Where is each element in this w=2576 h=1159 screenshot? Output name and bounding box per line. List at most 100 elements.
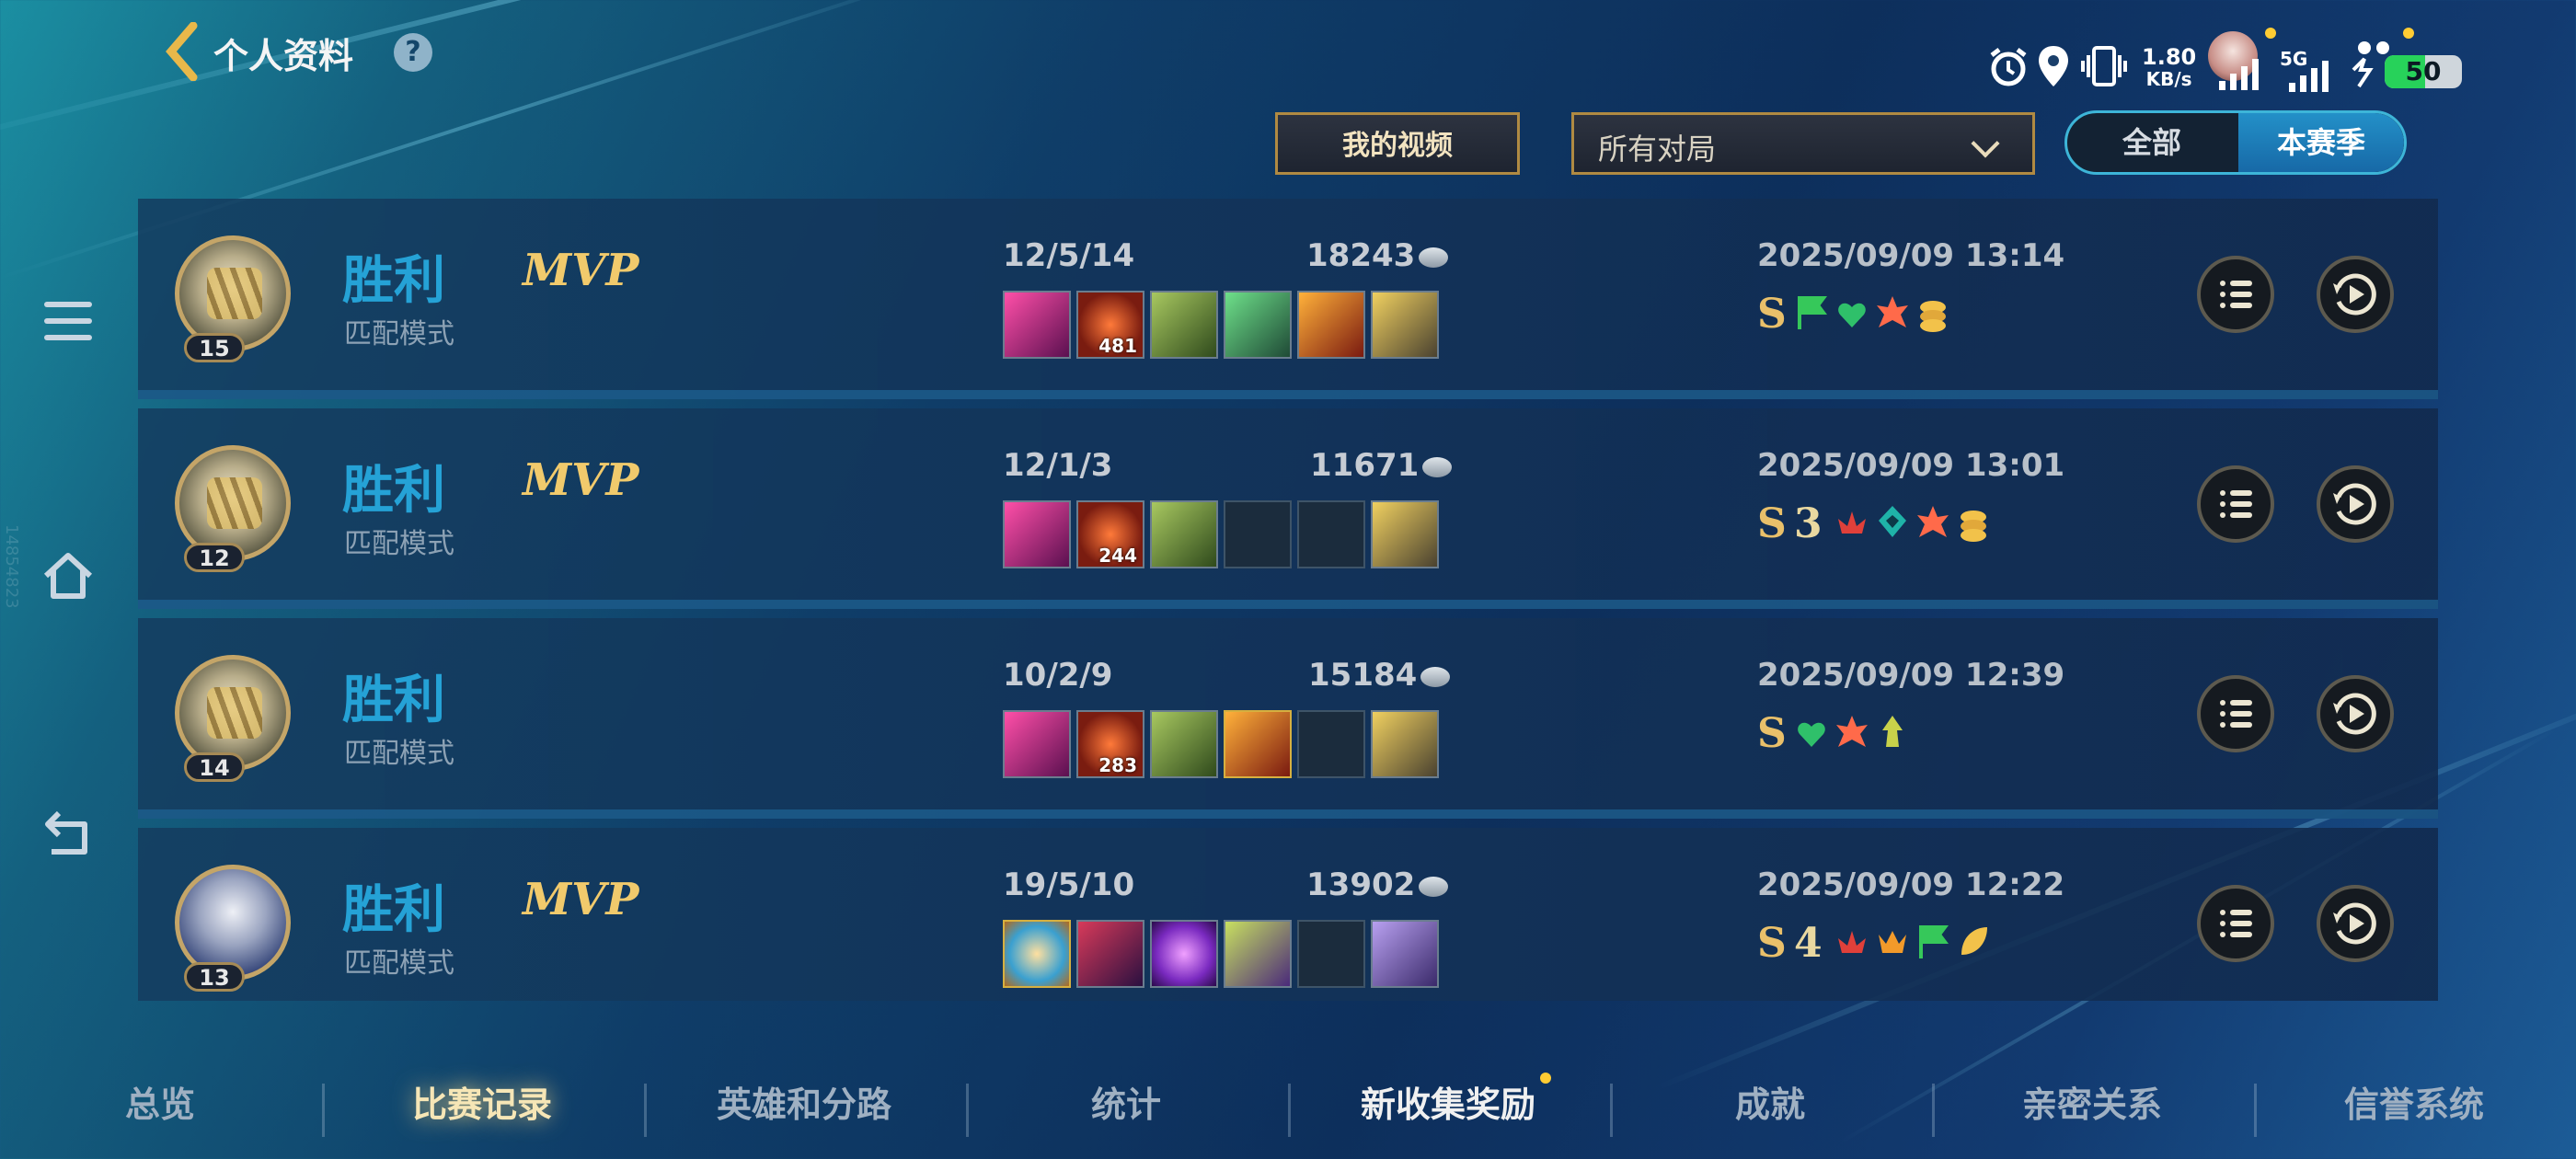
match-filter-value: 所有对局 (1598, 132, 1717, 166)
hero-level: 12 (184, 543, 245, 572)
nav-divider (966, 1084, 969, 1137)
match-filter-select[interactable]: 所有对局 (1571, 112, 2035, 175)
gold-earned: 15184 (1308, 657, 1451, 694)
replay-button[interactable] (2317, 256, 2394, 333)
help-icon[interactable]: ? (394, 33, 432, 72)
item-icon (1150, 920, 1218, 988)
replay-button[interactable] (2317, 885, 2394, 962)
season-toggle[interactable]: 全部 本赛季 (2064, 110, 2407, 175)
nav-achievements[interactable]: 成就 (1632, 1076, 1908, 1127)
item-icon (1224, 710, 1292, 778)
empty-item-slot (1224, 500, 1292, 568)
back-button[interactable] (164, 22, 201, 81)
grade-badge: S (1757, 500, 1787, 547)
crown-badge-icon (1879, 931, 1906, 953)
gold-earned: 11671 (1310, 447, 1453, 484)
item-icon (1076, 920, 1144, 988)
vibrate-icon (2081, 46, 2127, 86)
item-count: 481 (1098, 335, 1137, 357)
match-datetime: 2025/09/09 12:39 (1757, 657, 2065, 694)
battery-level: 50 (2405, 56, 2442, 86)
match-detail-button[interactable] (2197, 256, 2274, 333)
chevron-down-icon (1971, 129, 2000, 158)
nav-relationships[interactable]: 亲密关系 (1954, 1076, 2230, 1127)
net-speed: 1.80 KB/s (2142, 46, 2196, 90)
replay-button[interactable] (2317, 675, 2394, 752)
list-icon (2220, 281, 2252, 308)
nav-divider (322, 1084, 325, 1137)
replay-icon (2333, 273, 2376, 316)
gold-earned: 13902 (1306, 866, 1449, 903)
replay-icon (2333, 902, 2376, 945)
kill-streak-badge: 4 (1794, 920, 1823, 967)
my-video-button[interactable]: 我的视频 (1275, 112, 1520, 175)
boots-icon (1371, 500, 1439, 568)
nav-statistics[interactable]: 统计 (988, 1076, 1264, 1127)
boots-icon (1371, 291, 1439, 359)
boots-icon (1371, 920, 1439, 988)
tab-all[interactable]: 全部 (2067, 113, 2237, 172)
location-icon (2039, 46, 2068, 86)
leaf-badge-icon (1961, 927, 1987, 955)
match-datetime: 2025/09/09 12:22 (1757, 866, 2065, 903)
match-row[interactable]: 15 胜利 匹配模式 MVP 12/5/14 18243 481 2025/09… (138, 199, 2438, 399)
match-detail-button[interactable] (2197, 675, 2274, 752)
nav-divider (1610, 1084, 1613, 1137)
hero-level: 14 (184, 752, 245, 782)
match-result: 胜利 (342, 671, 445, 730)
kda: 19/5/10 (1003, 866, 1135, 903)
gold-value: 15184 (1308, 657, 1418, 694)
gold-value: 13902 (1306, 866, 1416, 903)
signal-icon-2 (2289, 61, 2329, 92)
coin-icon (1422, 456, 1453, 477)
kda: 12/5/14 (1003, 237, 1135, 274)
grade-badge: S (1757, 920, 1787, 967)
nav-divider (644, 1084, 647, 1137)
replay-button[interactable] (2317, 465, 2394, 543)
damage-badge-icon (1836, 716, 1868, 747)
list-icon (2220, 910, 2252, 937)
nav-overview[interactable]: 总览 (22, 1076, 298, 1127)
kda: 10/2/9 (1003, 657, 1113, 694)
home-icon[interactable] (40, 548, 96, 603)
mvp-badge: MVP (523, 874, 639, 925)
hero-portrait (207, 477, 262, 529)
empty-item-slot (1297, 920, 1365, 988)
match-row[interactable]: 12 胜利 匹配模式 MVP 12/1/3 11671 244 2025/09/… (138, 408, 2438, 609)
match-result: 胜利 (342, 461, 445, 521)
system-status-bar: 1.80 KB/s 5G 50 (1987, 28, 2466, 116)
item-icon (1003, 291, 1071, 359)
match-detail-button[interactable] (2197, 465, 2274, 543)
match-list: 15 胜利 匹配模式 MVP 12/5/14 18243 481 2025/09… (138, 199, 2438, 1001)
hero-portrait (207, 268, 262, 319)
nav-match-history[interactable]: 比赛记录 (344, 1076, 620, 1127)
notification-dot (2403, 28, 2414, 39)
nav-heroes-lanes[interactable]: 英雄和分路 (666, 1076, 942, 1127)
nav-new-rewards[interactable]: 新收集奖励 (1310, 1076, 1586, 1127)
item-icon (1150, 291, 1218, 359)
signal-icon (2219, 59, 2259, 90)
match-mode: 匹配模式 (344, 738, 454, 770)
nav-credit-system[interactable]: 信誉系统 (2276, 1076, 2552, 1127)
flag-badge-icon (1919, 925, 1949, 958)
item-icon: 283 (1076, 710, 1144, 778)
net-speed-unit: KB/s (2145, 68, 2192, 90)
heal-badge-icon (1838, 303, 1866, 327)
return-icon[interactable] (40, 806, 96, 861)
item-icon (1150, 710, 1218, 778)
match-row[interactable]: 13 胜利 匹配模式 MVP 19/5/10 13902 2025/09/09 … (138, 828, 2438, 1001)
match-mode: 匹配模式 (344, 947, 454, 980)
grade-badge: S (1757, 291, 1787, 338)
match-detail-button[interactable] (2197, 885, 2274, 962)
replay-icon (2333, 693, 2376, 735)
kda: 12/1/3 (1003, 447, 1113, 484)
item-icon: 244 (1076, 500, 1144, 568)
new-rewards-dot (1540, 1073, 1551, 1084)
tab-this-season[interactable]: 本赛季 (2238, 113, 2404, 172)
heal-badge-icon (1798, 722, 1825, 747)
match-mode: 匹配模式 (344, 318, 454, 350)
menu-icon[interactable] (40, 294, 96, 350)
match-row[interactable]: 14 胜利 匹配模式 10/2/9 15184 283 2025/09/09 1… (138, 618, 2438, 819)
match-datetime: 2025/09/09 13:01 (1757, 447, 2065, 484)
bottom-nav: 总览 比赛记录 英雄和分路 统计 新收集奖励 成就 亲密关系 信誉系统 (0, 1058, 2576, 1159)
